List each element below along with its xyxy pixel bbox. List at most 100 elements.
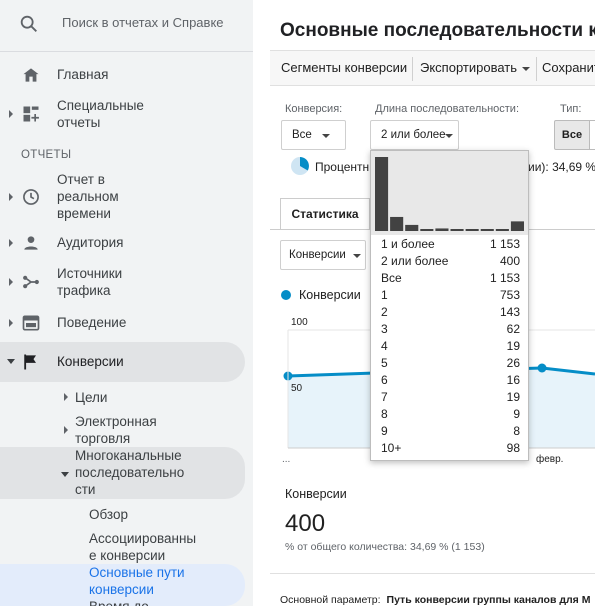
search-bar[interactable]: Поиск в отчетах и Справке xyxy=(0,0,253,52)
histogram-bar xyxy=(480,229,494,231)
expand-caret-icon[interactable] xyxy=(64,393,68,401)
expand-caret-icon[interactable] xyxy=(9,239,13,247)
nav-ecommerce-line2[interactable]: торговля xyxy=(75,430,130,447)
path-length-label: Длина последовательности: xyxy=(375,103,520,115)
expand-caret-icon[interactable] xyxy=(9,319,13,327)
type-all-button[interactable]: Все xyxy=(554,120,590,150)
x-tick-feb: февр. xyxy=(536,453,563,465)
histogram-bar xyxy=(375,157,389,231)
option-label: 1 xyxy=(381,288,388,302)
percent-total-text: ии): 34,69 % xyxy=(528,160,595,174)
flag-icon xyxy=(24,354,36,370)
collapse-caret-icon[interactable] xyxy=(7,359,15,364)
histogram-bar xyxy=(420,229,434,231)
type-filter-label: Тип: xyxy=(560,103,582,115)
path-length-option[interactable]: 10+ 98 xyxy=(371,440,528,457)
nav-ecommerce-line1[interactable]: Электронная xyxy=(75,413,157,430)
nav-audience[interactable]: Аудитория xyxy=(0,232,253,254)
primary-dimension-label: Основной параметр: xyxy=(280,594,381,606)
nav-behavior[interactable]: Поведение xyxy=(0,312,253,334)
nav-multichannel-line1[interactable]: Многоканальные xyxy=(75,447,182,464)
option-count: 19 xyxy=(506,339,520,353)
summary-title: Конверсии xyxy=(285,487,347,501)
nav-home[interactable]: Главная xyxy=(0,64,253,86)
option-label: 1 и более xyxy=(381,237,435,251)
histogram-bar xyxy=(510,221,524,231)
histogram-bar xyxy=(495,229,509,231)
path-length-option[interactable]: 7 19 xyxy=(371,389,528,406)
path-length-option[interactable]: 1 753 xyxy=(371,287,528,304)
y-tick-100: 100 xyxy=(291,317,308,328)
chevron-down-icon xyxy=(445,134,453,138)
nav-overview[interactable]: Обзор xyxy=(89,506,128,523)
search-icon[interactable] xyxy=(18,13,40,35)
chevron-down-icon xyxy=(522,66,530,71)
expand-caret-icon[interactable] xyxy=(9,193,13,201)
tab-statistics[interactable]: Статистика xyxy=(280,198,370,230)
histogram-bar xyxy=(465,229,479,231)
export-button[interactable]: Экспортировать xyxy=(420,60,530,75)
nav-top-paths-line2[interactable]: конверсии xyxy=(89,581,154,598)
nav-realtime[interactable]: Отчет в реальном времени xyxy=(0,170,253,224)
nav-conversions[interactable]: Конверсии xyxy=(0,351,253,373)
path-length-option[interactable]: 2 или более 400 xyxy=(371,253,528,270)
option-count: 62 xyxy=(506,322,520,336)
percent-label: Процентн xyxy=(315,160,370,174)
path-length-option[interactable]: 2 143 xyxy=(371,304,528,321)
summary-subtitle: % от общего количества: 34,69 % (1 153) xyxy=(285,541,485,553)
segments-button[interactable]: Сегменты конверсии xyxy=(281,60,407,75)
nav-time-lag[interactable]: Время до xyxy=(89,598,149,606)
path-length-option[interactable]: 98 xyxy=(371,423,528,440)
option-count: 98 xyxy=(506,441,520,455)
path-length-option[interactable]: 89 xyxy=(371,406,528,423)
acquisition-icon xyxy=(23,275,39,289)
save-button[interactable]: Сохранить xyxy=(542,60,595,75)
search-input[interactable]: Поиск в отчетах и Справке xyxy=(62,15,224,30)
nav-custom-reports[interactable]: Специальные отчеты xyxy=(0,96,253,132)
histogram-bars xyxy=(375,157,524,231)
collapse-caret-icon[interactable] xyxy=(61,472,69,477)
histogram-bar xyxy=(390,216,404,231)
path-length-option[interactable]: 1 и более 1 153 xyxy=(371,236,528,253)
expand-caret-icon[interactable] xyxy=(9,110,13,118)
path-length-value: 2 или более xyxy=(381,129,446,141)
nav-home-label: Главная xyxy=(57,67,109,82)
nav-acquisition[interactable]: Источники трафика xyxy=(0,264,253,300)
expand-caret-icon[interactable] xyxy=(64,426,68,434)
option-label: Все xyxy=(381,271,402,285)
path-length-option[interactable]: 5 26 xyxy=(371,355,528,372)
nav-realtime-line3: времени xyxy=(57,206,111,221)
chart-point[interactable] xyxy=(537,363,547,373)
nav-custom-reports-line2: отчеты xyxy=(57,115,101,130)
option-count: 143 xyxy=(499,305,520,319)
option-count: 1 153 xyxy=(489,271,520,285)
nav-assisted-line1[interactable]: Ассоциированны xyxy=(89,530,196,547)
type-option-button[interactable] xyxy=(589,120,595,150)
nav-assisted-line2[interactable]: е конверсии xyxy=(89,547,165,564)
path-length-option[interactable]: 6 16 xyxy=(371,372,528,389)
person-icon xyxy=(24,236,38,250)
option-count: 26 xyxy=(506,356,520,370)
chevron-down-icon xyxy=(322,134,330,138)
option-count: 19 xyxy=(506,390,520,404)
histogram-bar xyxy=(405,224,419,231)
path-length-dropdown[interactable]: 2 или более xyxy=(370,120,459,150)
page-title: Основные последовательности конверсии xyxy=(280,20,595,41)
expand-caret-icon[interactable] xyxy=(9,278,13,286)
option-label: 5 xyxy=(381,356,388,370)
path-length-option[interactable]: Все 1 153 xyxy=(371,270,528,287)
option-count: 753 xyxy=(499,288,520,302)
path-length-option[interactable]: 3 62 xyxy=(371,321,528,338)
option-count: 16 xyxy=(506,373,520,387)
nav-top-paths-line1[interactable]: Основные пути xyxy=(89,564,185,581)
nav-multichannel-line3[interactable]: сти xyxy=(75,481,95,498)
metric-select-dropdown[interactable]: Конверсии xyxy=(280,240,366,270)
nav-multichannel-line2[interactable]: последовательно xyxy=(75,464,184,481)
path-length-option[interactable]: 4 19 xyxy=(371,338,528,355)
nav-goals[interactable]: Цели xyxy=(75,389,107,406)
nav-realtime-line1: Отчет в xyxy=(57,172,105,187)
primary-dimension-value[interactable]: Путь конверсии группы каналов для М xyxy=(387,594,591,606)
option-label: 9 xyxy=(381,424,388,438)
conversion-filter-dropdown[interactable]: Все xyxy=(281,120,346,150)
path-length-popup: 1 и более 1 153 2 или более 400 Все 1 153 1 753… xyxy=(370,150,529,461)
